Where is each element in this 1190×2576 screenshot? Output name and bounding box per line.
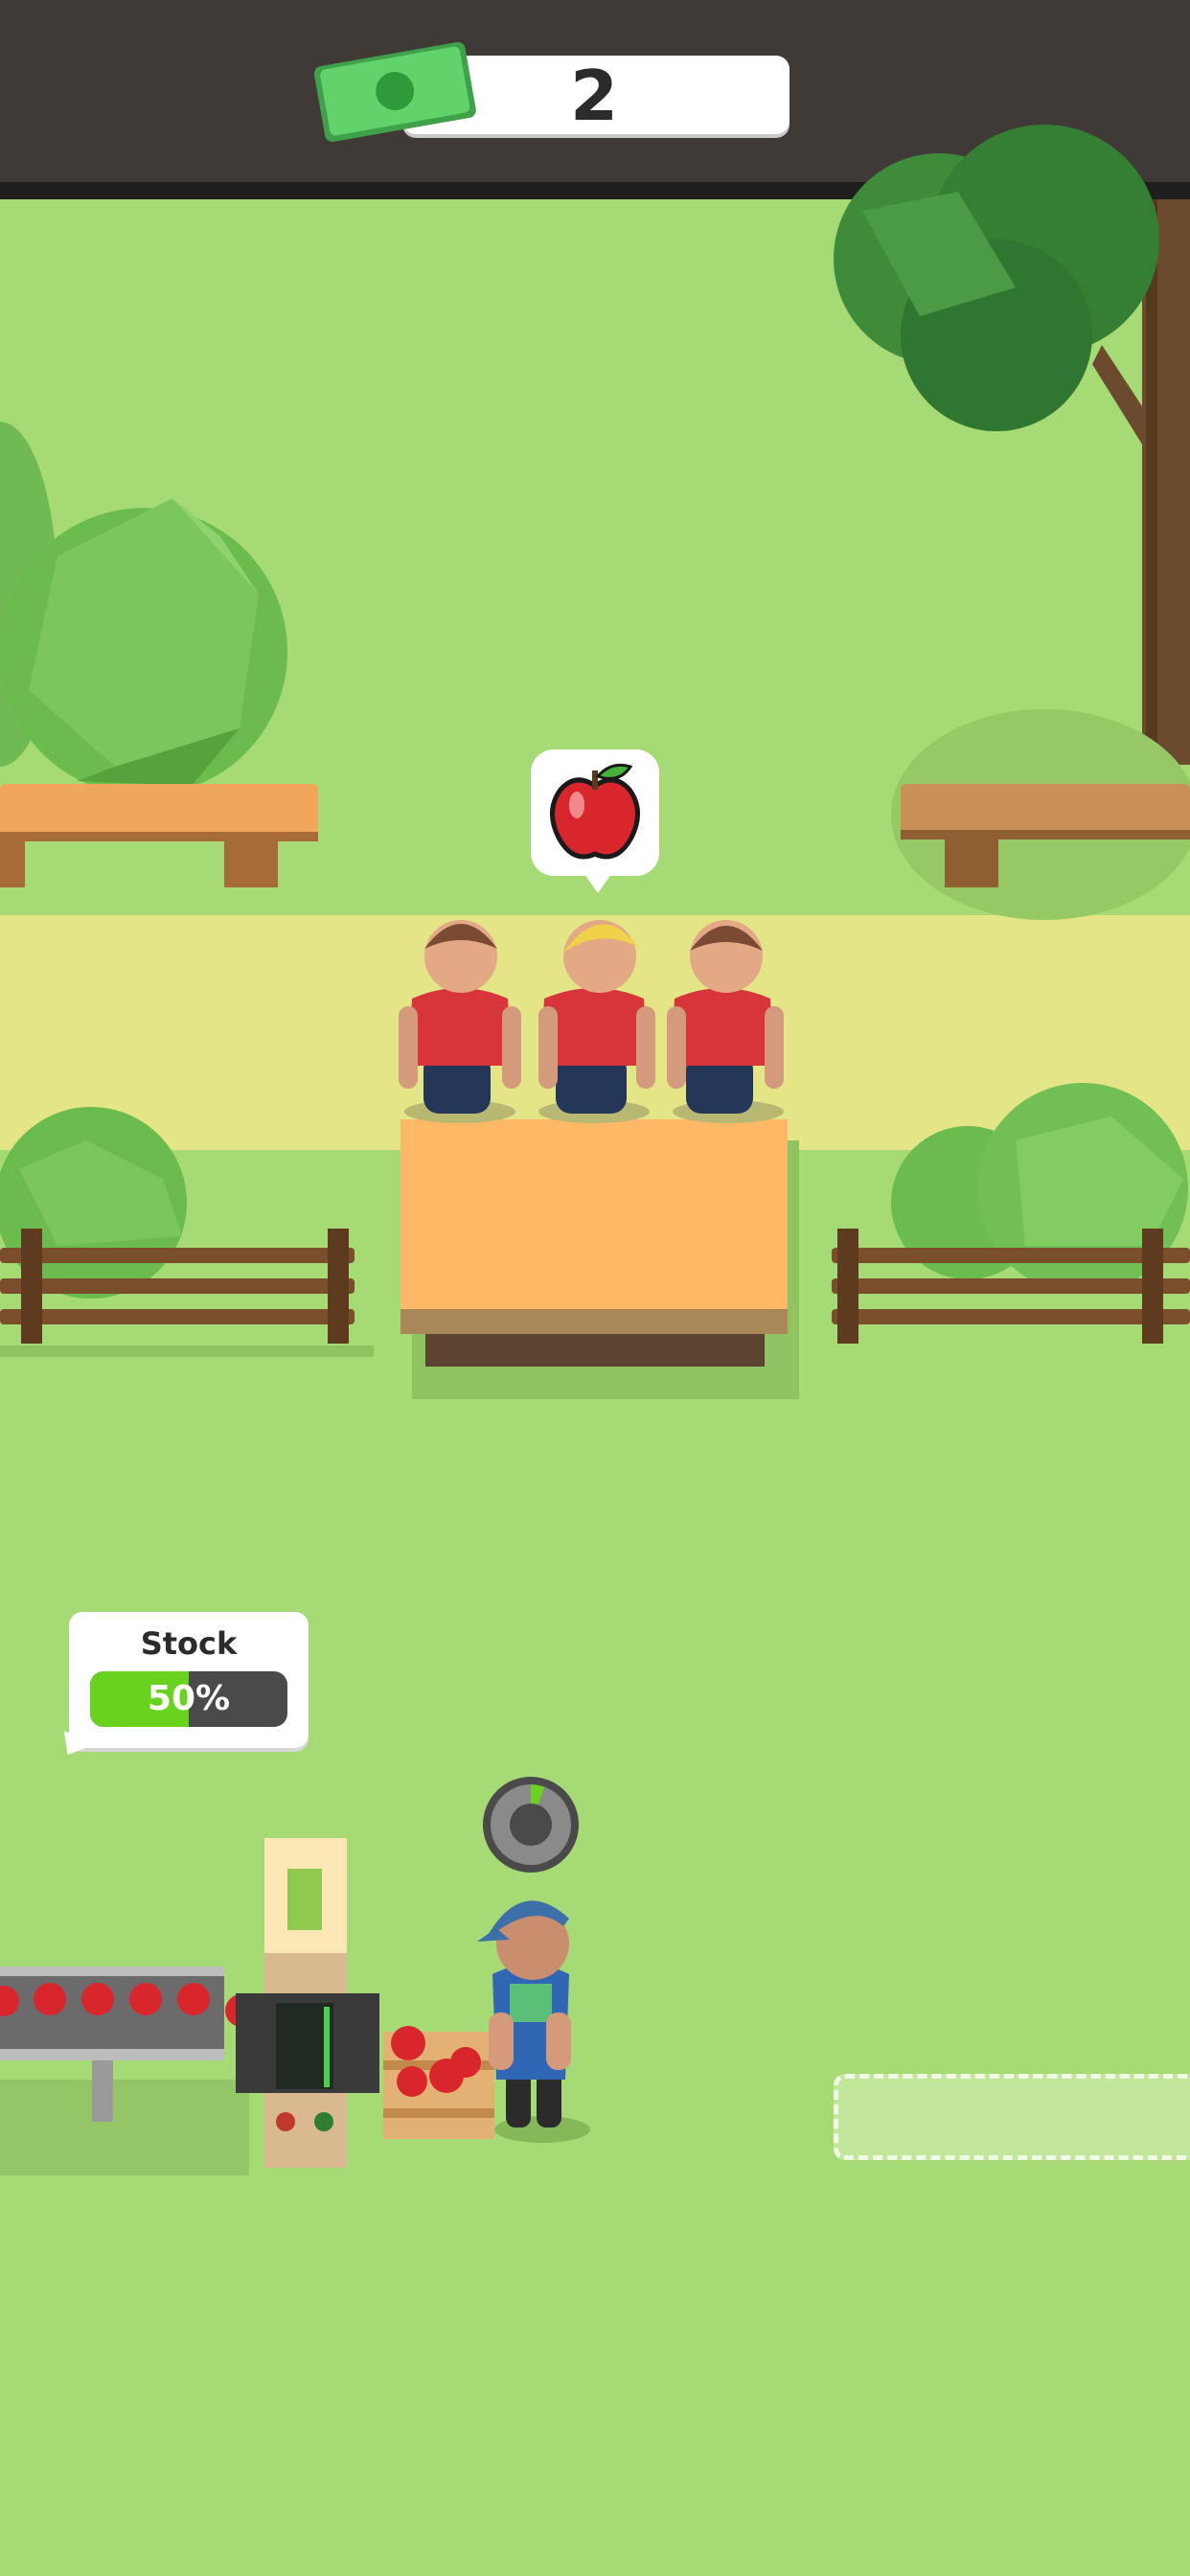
bench-left (0, 784, 318, 887)
bubble-tail (584, 874, 611, 893)
juice-machine (236, 1838, 379, 2168)
stock-percent: 50% (147, 1679, 231, 1718)
work-timer-icon (483, 1777, 579, 1873)
customer-request-bubble (531, 749, 659, 876)
sales-counter (400, 1119, 799, 1399)
apple-conveyor (0, 1966, 258, 2175)
stock-indicator: Stock 50% (69, 1612, 309, 1748)
stock-progress-bar: 50% (90, 1671, 287, 1727)
apple-crate (383, 2026, 494, 2139)
bush-left (0, 422, 287, 795)
game-scene (0, 125, 1190, 2175)
stock-label: Stock (140, 1625, 238, 1662)
apple-icon (550, 763, 640, 860)
fence-left (0, 1229, 374, 1357)
tree-top-right (834, 125, 1190, 765)
unlock-drop-zone[interactable] (834, 2074, 1190, 2160)
